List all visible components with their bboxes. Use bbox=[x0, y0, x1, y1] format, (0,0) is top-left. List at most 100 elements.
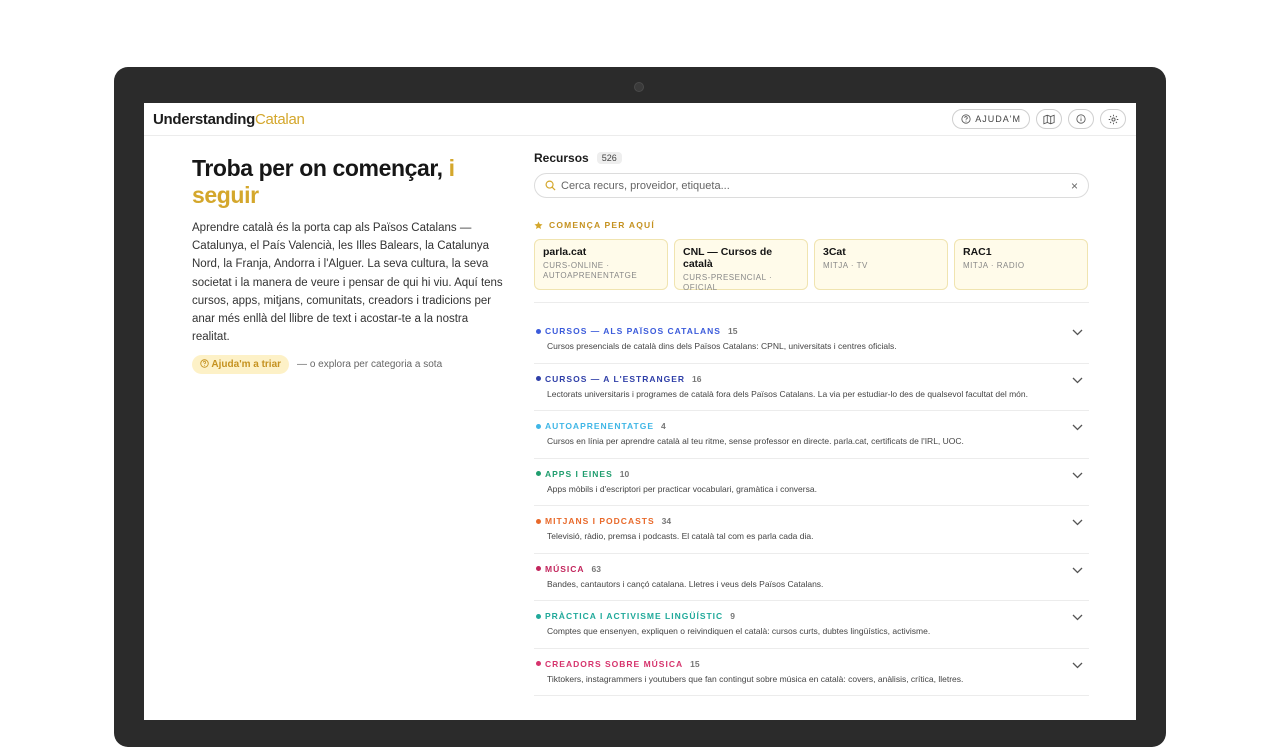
intro-paragraph: Aprendre català és la porta cap als Païs… bbox=[192, 222, 503, 344]
cta-row: Ajuda'm a triar — o explora per categori… bbox=[192, 355, 508, 375]
category-name: CREADORS SOBRE MÚSICA bbox=[545, 658, 684, 669]
cta-label: Ajuda'm a triar bbox=[211, 359, 282, 371]
category-dot bbox=[536, 613, 541, 619]
featured-card[interactable]: RAC1 MITJA · RADIO bbox=[954, 239, 1088, 290]
category-count: 4 bbox=[661, 421, 666, 431]
divider bbox=[534, 302, 1089, 303]
resources-count-badge: 526 bbox=[596, 152, 622, 164]
category-name: CURSOS — A L'ESTRANGER bbox=[545, 373, 686, 384]
category-item[interactable]: CREADORS SOBRE MÚSICA 15 Tiktokers, insta… bbox=[534, 649, 1089, 696]
category-count: 16 bbox=[692, 373, 702, 384]
category-heading: MITJANS I PODCASTS 34 bbox=[536, 516, 1057, 526]
chevron-down-icon[interactable] bbox=[1072, 567, 1083, 574]
chevron-down-icon[interactable] bbox=[1072, 424, 1083, 431]
chevron-down-icon[interactable] bbox=[1072, 329, 1083, 336]
card-title: CNL — Cursos de català bbox=[683, 246, 773, 270]
category-description: Tiktokers, instagrammers i youtubers que… bbox=[547, 673, 964, 684]
category-description: Cursos presencials de català dins dels P… bbox=[547, 341, 897, 351]
category-item[interactable]: MÚSICA 63 Bandes, cantautors i cançó cata… bbox=[534, 554, 1089, 601]
featured-cards: parla.cat CURS-ONLINE · AUTOAPRENENTATGE … bbox=[534, 239, 1089, 292]
category-dot bbox=[536, 566, 541, 571]
browser-viewport: UnderstandingCatalan AJUDA'M Troba per o… bbox=[144, 103, 1136, 720]
card-title: parla.cat bbox=[543, 246, 587, 258]
category-heading: CURSOS — ALS PAÏSOS CATALANS 15 bbox=[536, 326, 1057, 336]
cta-note: — o explora per categoria a sota bbox=[297, 359, 443, 371]
help-label: AJUDA'M bbox=[975, 114, 1021, 124]
category-item[interactable]: PRÀCTICA I ACTIVISME LINGÜÍSTIC 9 Comptes… bbox=[534, 601, 1089, 649]
question-icon bbox=[200, 359, 209, 369]
category-description: Cursos en línia per aprendre català al t… bbox=[547, 436, 964, 446]
category-dot bbox=[536, 328, 541, 334]
featured-card[interactable]: CNL — Cursos de català CURS-PRESENCIAL · … bbox=[674, 239, 808, 292]
info-button[interactable] bbox=[1068, 109, 1094, 129]
category-heading: CREADORS SOBRE MÚSICA 15 bbox=[536, 659, 1057, 669]
category-name: AUTOAPRENENTATGE bbox=[545, 421, 655, 431]
resources-header: Recursos 526 bbox=[534, 151, 1089, 165]
search-input[interactable] bbox=[561, 179, 1066, 192]
clear-search-button[interactable]: × bbox=[1071, 179, 1078, 193]
chevron-down-icon[interactable] bbox=[1072, 377, 1083, 384]
star-icon bbox=[534, 220, 543, 229]
category-heading: PRÀCTICA I ACTIVISME LINGÜÍSTIC 9 bbox=[536, 611, 1057, 621]
help-me-choose-button[interactable]: Ajuda'm a triar bbox=[192, 355, 290, 375]
site-logo[interactable]: UnderstandingCatalan bbox=[153, 111, 305, 128]
help-button[interactable]: AJUDA'M bbox=[952, 109, 1030, 129]
title-accent-2: seguir bbox=[192, 182, 259, 208]
card-title: RAC1 bbox=[963, 246, 992, 258]
toolbar: AJUDA'M bbox=[952, 109, 1126, 129]
start-here-label: COMENÇA PER AQUÍ bbox=[534, 220, 1089, 230]
category-name: MITJANS I PODCASTS bbox=[545, 516, 655, 526]
featured-card[interactable]: 3Cat MITJA · TV bbox=[814, 239, 948, 290]
category-dot bbox=[536, 661, 541, 666]
category-count: 63 bbox=[591, 563, 601, 574]
category-count: 9 bbox=[730, 611, 735, 621]
category-description: Apps mòbils i d'escriptori per practicar… bbox=[547, 483, 817, 494]
category-heading: MÚSICA 63 bbox=[536, 564, 1057, 574]
card-title: 3Cat bbox=[823, 246, 846, 258]
category-count: 15 bbox=[690, 658, 700, 669]
category-item[interactable]: AUTOAPRENENTATGE 4 Cursos en línia per ap… bbox=[534, 411, 1089, 459]
chevron-down-icon[interactable] bbox=[1072, 614, 1083, 621]
category-list: CURSOS — ALS PAÏSOS CATALANS 15 Cursos pr… bbox=[534, 316, 1089, 696]
category-count: 34 bbox=[661, 516, 672, 526]
category-name: MÚSICA bbox=[545, 563, 585, 574]
page-title: Troba per on començar, i seguir bbox=[192, 155, 508, 209]
top-bar: UnderstandingCatalan AJUDA'M bbox=[144, 103, 1136, 136]
category-description: Lectorats universitaris i programes de c… bbox=[547, 388, 1028, 399]
title-accent-1: i bbox=[448, 155, 455, 181]
category-description: Televisió, ràdio, premsa i podcasts. El … bbox=[547, 531, 814, 541]
search-bar: × bbox=[534, 173, 1089, 198]
question-icon bbox=[961, 114, 971, 124]
map-button[interactable] bbox=[1036, 109, 1062, 129]
category-count: 10 bbox=[619, 468, 630, 479]
category-item[interactable]: CURSOS — ALS PAÏSOS CATALANS 15 Cursos pr… bbox=[534, 316, 1089, 364]
card-subtitle: CURS-ONLINE · AUTOAPRENENTATGE bbox=[543, 261, 638, 280]
category-dot bbox=[536, 423, 541, 429]
category-item[interactable]: MITJANS I PODCASTS 34 Televisió, ràdio, p… bbox=[534, 506, 1089, 554]
logo-light: Catalan bbox=[254, 110, 305, 128]
category-item[interactable]: APPS I EINES 10 Apps mòbils i d'escriptor… bbox=[534, 459, 1089, 506]
chevron-down-icon[interactable] bbox=[1072, 472, 1083, 479]
category-description: Bandes, cantautors i cançó catalana. Lle… bbox=[547, 578, 824, 589]
map-icon bbox=[1043, 114, 1055, 124]
intro-column: Troba per on començar, i seguir Aprendre … bbox=[192, 155, 508, 375]
category-item[interactable]: CURSOS — A L'ESTRANGER 16 Lectorats unive… bbox=[534, 364, 1089, 411]
logo-bold: Understanding bbox=[153, 110, 255, 128]
category-heading: AUTOAPRENENTATGE 4 bbox=[536, 421, 1057, 431]
start-here-text: COMENÇA PER AQUÍ bbox=[549, 220, 655, 230]
chevron-down-icon[interactable] bbox=[1072, 662, 1083, 669]
webcam-dot bbox=[634, 82, 644, 92]
card-subtitle: MITJA · TV bbox=[823, 261, 868, 270]
featured-card[interactable]: parla.cat CURS-ONLINE · AUTOAPRENENTATGE bbox=[534, 239, 668, 290]
category-description: Comptes que ensenyen, expliquen o reivin… bbox=[547, 626, 931, 636]
chevron-down-icon[interactable] bbox=[1072, 519, 1083, 526]
gear-icon bbox=[1108, 114, 1118, 124]
category-dot bbox=[536, 471, 541, 476]
search-icon bbox=[545, 180, 556, 191]
category-name: CURSOS — ALS PAÏSOS CATALANS bbox=[545, 326, 721, 336]
card-subtitle: CURS-PRESENCIAL · OFICIAL bbox=[683, 273, 773, 292]
settings-button[interactable] bbox=[1100, 109, 1126, 129]
card-subtitle: MITJA · RADIO bbox=[963, 261, 1025, 270]
category-name: PRÀCTICA I ACTIVISME LINGÜÍSTIC bbox=[545, 611, 724, 621]
category-name: APPS I EINES bbox=[545, 468, 613, 479]
